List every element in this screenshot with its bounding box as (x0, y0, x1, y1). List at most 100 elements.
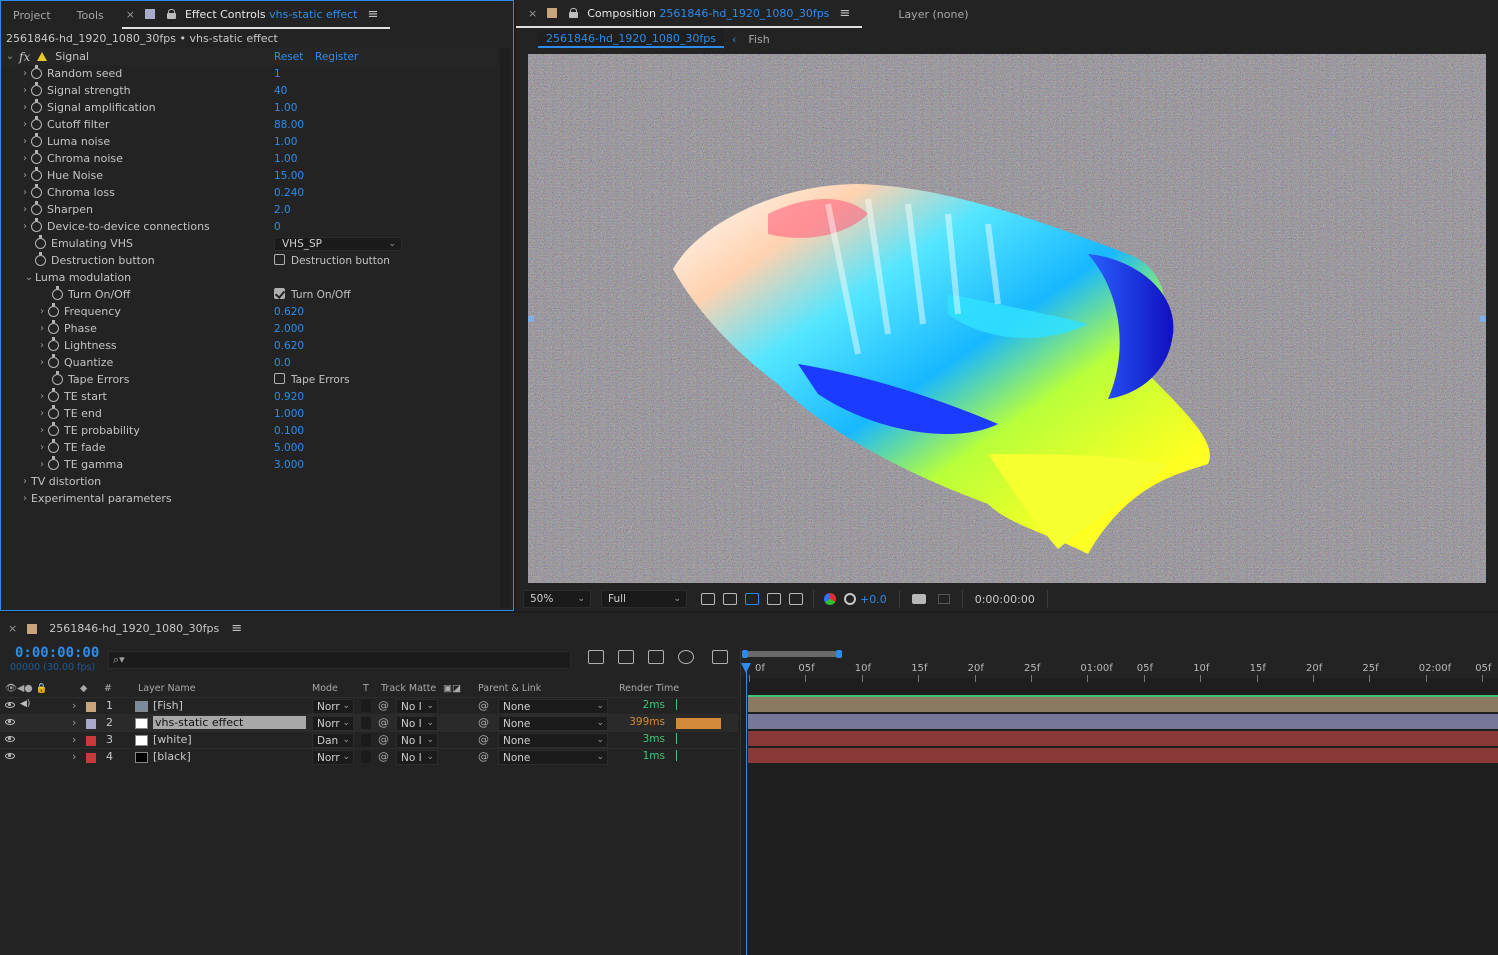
stopwatch-icon[interactable] (48, 422, 59, 436)
stopwatch-icon[interactable] (48, 320, 59, 334)
pick-whip-icon[interactable]: @ (478, 699, 489, 712)
graph-editor-icon[interactable] (712, 650, 728, 664)
checkbox-checked-icon[interactable] (274, 288, 285, 299)
stopwatch-icon[interactable] (31, 218, 42, 232)
stopwatch-icon[interactable] (48, 337, 59, 351)
matte-link-icon[interactable]: @ (378, 733, 389, 746)
chevron-right-icon[interactable]: › (19, 204, 31, 215)
timeline-track-area[interactable]: 0f 05f 10f 15f 20f 25f 01:00f 05f 10f 15f 20f 25f 02… (740, 648, 1498, 955)
parent-dropdown[interactable]: None ⌄ (498, 750, 608, 765)
composition-mini-flowchart-icon[interactable] (588, 650, 604, 664)
tab-tools[interactable]: Tools (63, 1, 122, 29)
snapshot-icon[interactable] (911, 594, 926, 604)
chevron-right-icon[interactable]: › (72, 716, 76, 729)
chevron-right-icon[interactable]: › (19, 187, 31, 198)
chevron-down-icon[interactable]: ⌄ (23, 272, 35, 283)
chevron-right-icon[interactable]: › (36, 340, 48, 351)
panel-menu-icon[interactable]: ≡ (367, 7, 378, 22)
track-matte-dropdown[interactable]: No I ⌄ (396, 733, 438, 748)
matte-link-icon[interactable]: @ (378, 699, 389, 712)
blend-mode-dropdown[interactable]: Norr ⌄ (312, 699, 354, 714)
color-channels-icon[interactable] (824, 593, 836, 605)
checkbox-icon[interactable] (274, 254, 285, 265)
chevron-right-icon[interactable]: › (72, 699, 76, 712)
chevron-right-icon[interactable]: › (19, 221, 31, 232)
reset-link[interactable]: Reset (274, 51, 303, 63)
chevron-right-icon[interactable]: › (36, 442, 48, 453)
close-icon[interactable]: × (126, 8, 135, 21)
chevron-right-icon[interactable]: › (19, 136, 31, 147)
stopwatch-icon[interactable] (31, 116, 42, 130)
layer-row[interactable]: › 2 vhs-static effect Norr ⌄ @ No I ⌄ @ None ⌄ 399m… (0, 714, 738, 731)
effect-panel-scrollbar[interactable] (500, 48, 510, 608)
param-value[interactable]: 88.00 (274, 119, 304, 131)
chevron-right-icon[interactable]: › (19, 85, 31, 96)
close-icon[interactable]: × (8, 622, 17, 635)
stopwatch-icon[interactable] (35, 235, 46, 249)
param-value[interactable]: 1.00 (274, 136, 297, 148)
blend-mode-dropdown[interactable]: Norr ⌄ (312, 716, 354, 731)
stopwatch-icon[interactable] (35, 252, 46, 266)
stopwatch-icon[interactable] (31, 99, 42, 113)
layer-name[interactable]: vhs-static effect (153, 716, 306, 729)
composition-viewer[interactable] (528, 54, 1486, 583)
label-color-swatch[interactable] (86, 753, 96, 763)
stopwatch-icon[interactable] (52, 286, 63, 300)
parent-dropdown[interactable]: None ⌄ (498, 716, 608, 731)
param-value[interactable]: 0.100 (274, 425, 304, 437)
chevron-right-icon[interactable]: › (36, 357, 48, 368)
zoom-dropdown[interactable]: 50% ⌄ (523, 590, 591, 608)
chevron-right-icon[interactable]: › (36, 306, 48, 317)
stopwatch-icon[interactable] (31, 65, 42, 79)
track-matte-dropdown[interactable]: No I ⌄ (396, 699, 438, 714)
show-snapshot-icon[interactable] (937, 594, 950, 604)
parent-dropdown[interactable]: None ⌄ (498, 733, 608, 748)
turn-on-off-checkbox[interactable]: Turn On/Off (274, 288, 351, 301)
track-matte-dropdown[interactable]: No I ⌄ (396, 716, 438, 731)
blend-mode-dropdown[interactable]: Dan ⌄ (312, 733, 354, 748)
stopwatch-icon[interactable] (31, 133, 42, 147)
chevron-right-icon[interactable]: › (19, 68, 31, 79)
guides-icon[interactable] (789, 593, 803, 605)
preserve-transparency-toggle[interactable] (361, 751, 371, 763)
chevron-right-icon[interactable]: › (36, 323, 48, 334)
stopwatch-icon[interactable] (31, 167, 42, 181)
pick-whip-icon[interactable]: @ (478, 750, 489, 763)
stopwatch-icon[interactable] (52, 371, 63, 385)
param-value[interactable]: 15.00 (274, 170, 304, 182)
param-value[interactable]: 2.000 (274, 323, 304, 335)
param-value[interactable]: 0.240 (274, 187, 304, 199)
eye-icon[interactable] (5, 736, 15, 742)
chevron-right-icon[interactable]: › (36, 391, 48, 402)
stopwatch-icon[interactable] (31, 82, 42, 96)
breadcrumb-comp[interactable]: 2561846-hd_1920_1080_30fps (538, 30, 724, 48)
exposure-value[interactable]: +0.0 (860, 593, 887, 606)
panel-menu-icon[interactable]: ≡ (231, 621, 242, 636)
effect-header-row[interactable]: ⌄ fx Signal Reset Register (1, 48, 497, 65)
stopwatch-icon[interactable] (31, 184, 42, 198)
stopwatch-icon[interactable] (48, 439, 59, 453)
lock-icon[interactable] (166, 9, 176, 19)
shy-layers-icon[interactable] (648, 650, 664, 664)
param-value[interactable]: 0.620 (274, 340, 304, 352)
current-time-indicator[interactable] (741, 663, 751, 955)
region-of-interest-icon[interactable] (767, 593, 781, 605)
work-area-bar[interactable] (742, 650, 842, 658)
param-value[interactable]: 0 (274, 221, 281, 233)
preserve-transparency-toggle[interactable] (361, 717, 371, 729)
chevron-right-icon[interactable]: › (72, 733, 76, 746)
blend-mode-dropdown[interactable]: Norr ⌄ (312, 750, 354, 765)
chevron-right-icon[interactable]: › (36, 408, 48, 419)
layer-row[interactable]: › 3 [white] Dan ⌄ @ No I ⌄ @ None ⌄ 3ms (0, 731, 738, 748)
preserve-transparency-toggle[interactable] (361, 700, 371, 712)
chevron-right-icon[interactable]: › (19, 119, 31, 130)
eye-icon[interactable] (5, 753, 15, 759)
chevron-right-icon[interactable]: › (19, 102, 31, 113)
transparency-grid-icon[interactable] (723, 593, 737, 605)
param-value[interactable]: 40 (274, 85, 287, 97)
group-experimental-parameters[interactable]: › Experimental parameters (1, 490, 497, 507)
chevron-right-icon[interactable]: › (19, 476, 31, 487)
frame-blending-icon[interactable] (678, 650, 694, 664)
label-color-swatch[interactable] (86, 702, 96, 712)
stopwatch-icon[interactable] (48, 388, 59, 402)
